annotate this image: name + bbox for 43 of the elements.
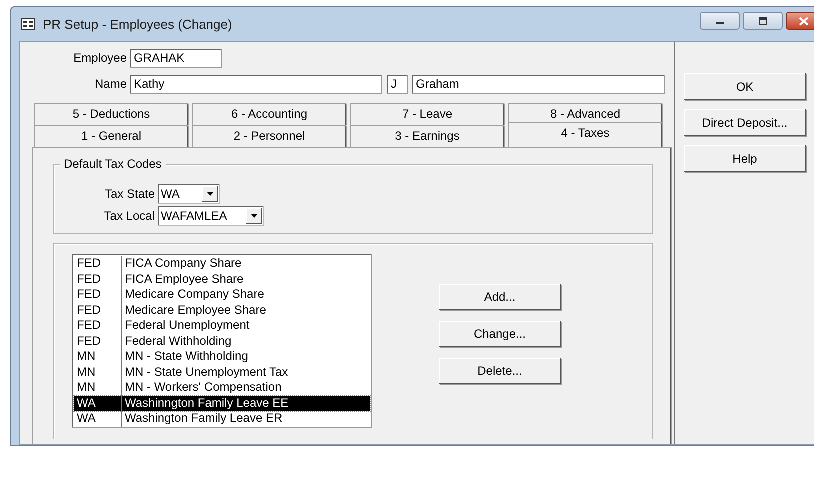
middle-initial-field[interactable]: J: [387, 74, 408, 94]
close-icon: [799, 16, 809, 26]
dropdown[interactable]: WA: [158, 184, 220, 204]
list-item[interactable]: MN MN - State Withholding: [74, 349, 370, 364]
list-item[interactable]: FED Medicare Employee Share: [74, 302, 370, 318]
list-action-button[interactable]: Change...: [439, 321, 561, 347]
dialog-button[interactable]: OK: [684, 73, 806, 100]
list-item[interactable]: WA Washinngton Family Leave EE: [74, 396, 370, 411]
app-icon: [21, 18, 35, 30]
tab[interactable]: 7 - Leave: [350, 103, 505, 125]
caret-icon: [250, 214, 258, 218]
caret-icon: [206, 192, 214, 196]
dropdown[interactable]: WAFAMLEA: [158, 206, 264, 226]
tab[interactable]: 3 - Earnings: [350, 125, 505, 147]
window-title: PR Setup - Employees (Change): [43, 16, 234, 32]
maximize-icon: [758, 17, 768, 25]
dialog-button[interactable]: Direct Deposit...: [684, 109, 806, 136]
employee-label: Employee: [72, 51, 128, 65]
list-action-button[interactable]: Delete...: [439, 358, 561, 384]
last-name-field[interactable]: Graham: [412, 74, 665, 94]
field-label: Tax State: [104, 187, 156, 201]
tab[interactable]: 4 - Taxes: [508, 122, 663, 147]
field-label: Tax Local: [103, 209, 156, 223]
list-item[interactable]: FED FICA Employee Share: [74, 272, 370, 287]
list-action-button[interactable]: Add...: [439, 284, 561, 310]
tab[interactable]: 2 - Personnel: [192, 125, 347, 147]
name-label: Name: [94, 77, 128, 91]
list-item[interactable]: FED Federal Withholding: [74, 334, 370, 349]
tab[interactable]: 6 - Accounting: [192, 103, 347, 125]
tab[interactable]: 5 - Deductions: [34, 103, 189, 125]
list-item[interactable]: FED FICA Company Share: [74, 256, 370, 272]
first-name-field[interactable]: Kathy: [130, 74, 382, 94]
dialog-button[interactable]: Help: [684, 145, 806, 172]
employee-field[interactable]: GRAHAK: [130, 48, 222, 68]
list-item[interactable]: FED Medicare Company Share: [74, 287, 370, 302]
maximize-button[interactable]: [743, 12, 783, 30]
close-button[interactable]: [786, 12, 814, 30]
minimize-button[interactable]: [700, 12, 740, 30]
list-item[interactable]: WA Washington Family Leave ER: [74, 411, 370, 426]
list-item[interactable]: FED Federal Unemployment: [74, 318, 370, 334]
list-item[interactable]: MN MN - State Unemployment Tax: [74, 364, 370, 380]
tab[interactable]: 1 - General: [34, 125, 189, 147]
group-title: Default Tax Codes: [60, 157, 166, 171]
